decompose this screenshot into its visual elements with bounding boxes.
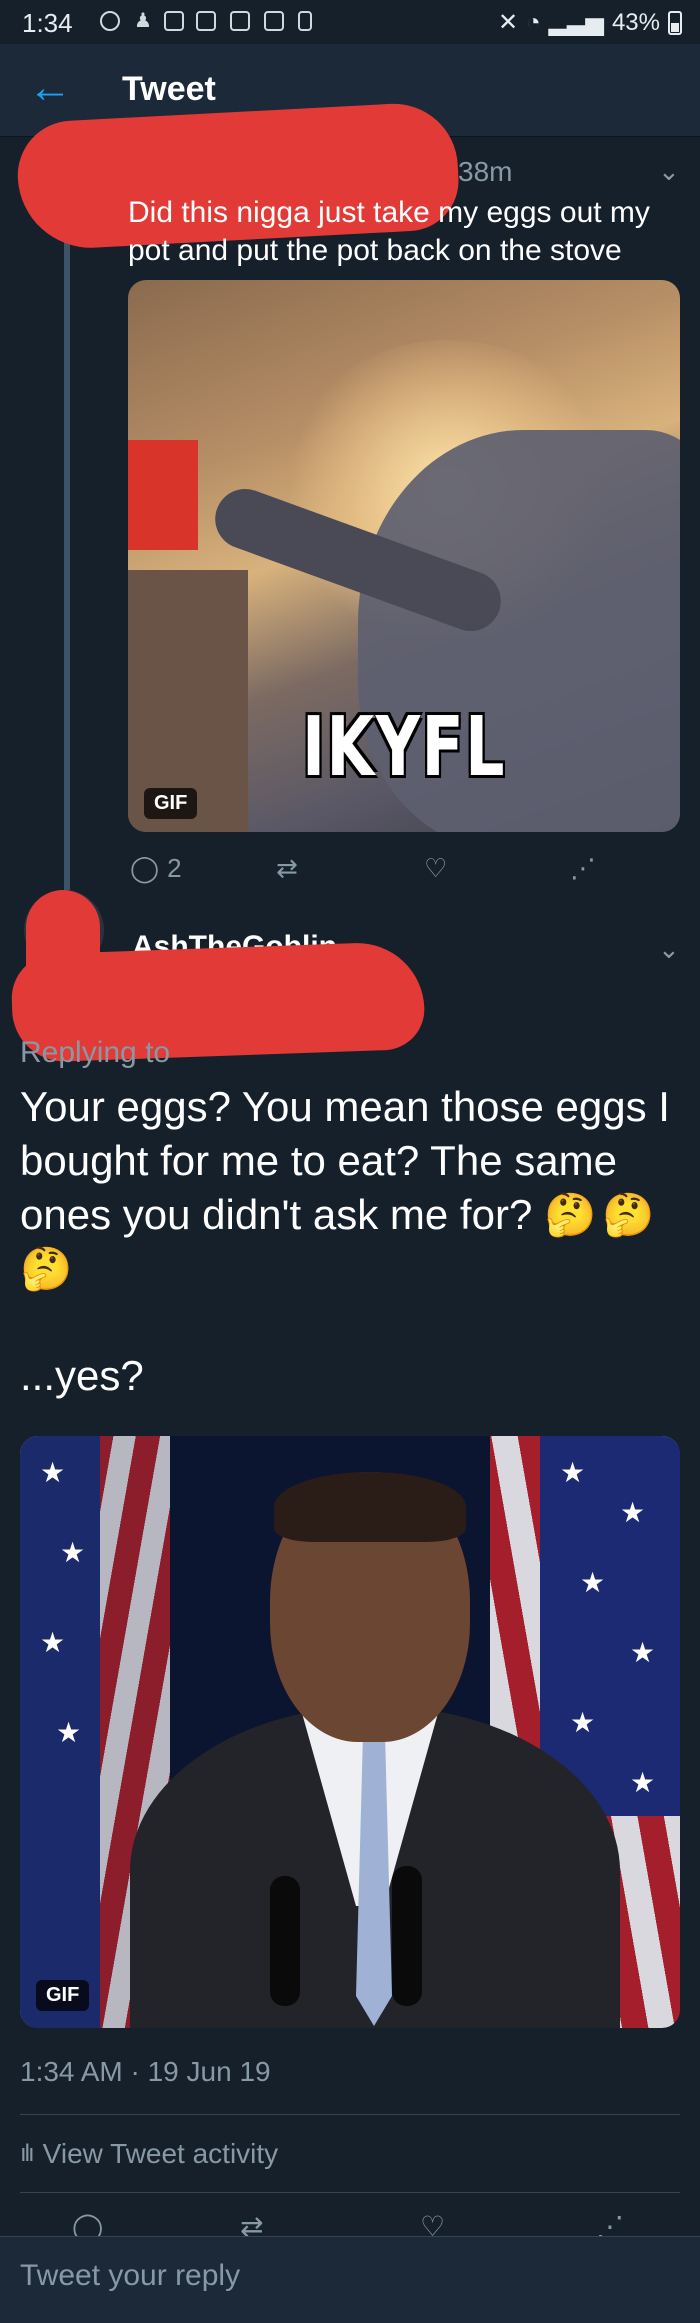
- page-title: Tweet: [122, 70, 216, 108]
- star-icon: ★: [580, 1567, 606, 1598]
- status-right: ✕ ◔ ▂▃▅ 43%: [498, 8, 682, 37]
- divider: [20, 2114, 680, 2115]
- like-button[interactable]: ♡: [424, 848, 447, 888]
- arrow-left-icon: ←: [28, 63, 72, 112]
- phone-icon: [298, 11, 312, 31]
- gif-badge: GIF: [144, 788, 198, 819]
- gif-microphone: [392, 1866, 422, 2006]
- tweet-text-followup: ...yes?: [20, 1352, 144, 1399]
- star-icon: ★: [40, 1627, 66, 1658]
- retweet-icon: ⇄: [276, 852, 298, 883]
- tweet-text: Your eggs? You mean those eggs I bought …: [20, 1080, 680, 1296]
- back-button[interactable]: ←: [28, 66, 76, 114]
- bar-chart-icon: ılı: [20, 2140, 35, 2167]
- reply-button[interactable]: ◯ 2: [130, 848, 182, 888]
- signal-icon: ▂▃▅: [548, 9, 604, 36]
- wifi-icon: ◔: [526, 8, 541, 36]
- calendar-icon: [264, 11, 284, 31]
- gif-badge: GIF: [36, 1980, 90, 2011]
- star-icon: ★: [40, 1457, 66, 1488]
- tweet-gif[interactable]: ★ ★ ★ ★ ★ ★ ★ ★ ★ ★ GIF: [20, 1436, 680, 2028]
- star-icon: ★: [56, 1717, 82, 1748]
- heart-icon: ♡: [424, 852, 448, 883]
- reply-composer: [0, 2236, 700, 2323]
- reply-input[interactable]: [20, 2259, 620, 2293]
- gif-flag-right-canton: [540, 1436, 680, 1816]
- star-icon: ★: [570, 1707, 596, 1738]
- tweet-time: 38m: [458, 156, 513, 187]
- chevron-down-icon[interactable]: ⌄: [658, 934, 680, 965]
- mute-icon: ✕: [497, 9, 519, 36]
- mail-icon: [164, 11, 184, 31]
- share-icon: ⋰: [570, 852, 596, 883]
- replying-to[interactable]: Replying to: [20, 1036, 170, 1070]
- reply-icon: ◯: [130, 852, 160, 883]
- image-icon: [230, 11, 250, 31]
- status-time: 1:34: [22, 8, 73, 38]
- reply-count: 2: [167, 852, 182, 883]
- gif-microphone: [270, 1876, 300, 2006]
- chevron-down-icon[interactable]: ⌄: [658, 156, 680, 187]
- status-bar: 1:34 ♟ ✕ ◔ ▂▃▅ 43%: [0, 0, 700, 44]
- star-icon: ★: [560, 1457, 586, 1488]
- gif-red-object: [128, 440, 198, 550]
- view-activity-label: View Tweet activity: [42, 2138, 279, 2169]
- tweet-text: Did this nigga just take my eggs out my …: [128, 196, 650, 267]
- tweet-datetime: 1:34 AM · 19 Jun 19: [20, 2056, 271, 2087]
- view-activity-link[interactable]: ılı View Tweet activity: [20, 2138, 278, 2170]
- star-icon: ★: [630, 1767, 656, 1798]
- tweet-gif[interactable]: IKYFL GIF: [128, 280, 680, 832]
- gif-caption: IKYFL: [302, 700, 506, 795]
- divider: [20, 2192, 680, 2193]
- star-icon: ★: [630, 1637, 656, 1668]
- instagram-icon: [100, 11, 120, 31]
- checkbox-icon: [196, 11, 216, 31]
- thread-line: [64, 210, 70, 890]
- star-icon: ★: [60, 1537, 86, 1568]
- star-icon: ★: [620, 1497, 646, 1528]
- retweet-button[interactable]: ⇄: [276, 848, 298, 888]
- share-button[interactable]: ⋰: [570, 848, 596, 888]
- snapchat-icon: ♟: [134, 10, 152, 32]
- battery-icon: [668, 10, 682, 35]
- battery-percent: 43%: [611, 8, 660, 36]
- gif-hair: [274, 1472, 466, 1542]
